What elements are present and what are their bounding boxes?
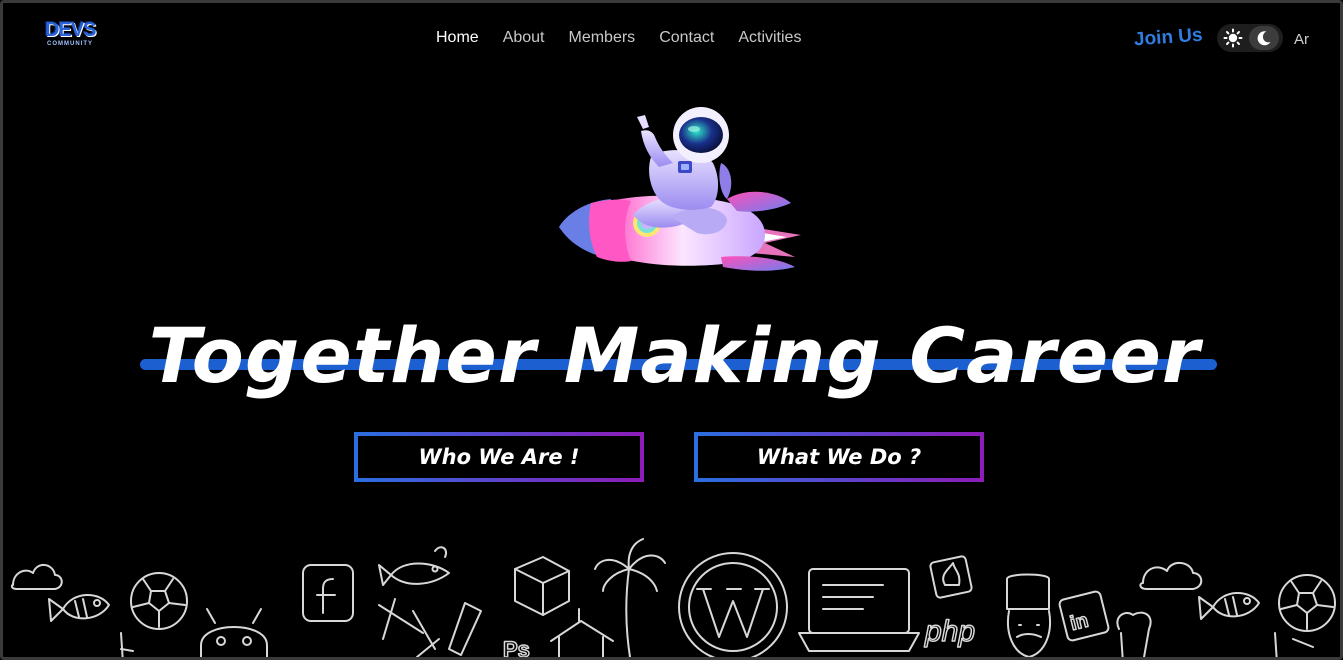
soccer-ball-icon: [1278, 574, 1336, 632]
php-icon: php: [923, 614, 976, 649]
language-switch[interactable]: Ar: [1294, 31, 1309, 48]
moon-icon: [1257, 31, 1271, 46]
who-we-are-label: Who We Are !: [358, 436, 640, 478]
nav-activities[interactable]: Activities: [738, 28, 801, 48]
what-we-do-label: What We Do ?: [698, 436, 980, 478]
who-we-are-button[interactable]: Who We Are !: [354, 432, 644, 482]
nav-members[interactable]: Members: [569, 28, 636, 48]
doodle-strip: Ps php in: [3, 529, 1340, 660]
laravel-icon: [514, 556, 570, 616]
codeigniter-icon: [929, 555, 973, 599]
page-frame: DEVS COMMUNITY Home About Members Contac…: [0, 0, 1343, 660]
hero-title: Together Making Career: [148, 311, 1201, 400]
wordpress-icon: [678, 552, 788, 657]
cloud-icon: [10, 564, 63, 590]
toggle-knob[interactable]: [1249, 26, 1279, 50]
logo[interactable]: DEVS COMMUNITY: [45, 19, 107, 55]
what-we-do-button[interactable]: What We Do ?: [694, 432, 984, 482]
nav-about[interactable]: About: [503, 28, 545, 48]
laptop-icon: [798, 568, 920, 652]
svg-text:php: php: [924, 615, 975, 648]
soccer-ball-icon: [130, 572, 188, 630]
fish-icon: [48, 594, 110, 622]
nav-home[interactable]: Home: [436, 28, 479, 48]
linkedin-icon: in: [1058, 590, 1110, 642]
svg-text:in: in: [1068, 610, 1091, 636]
facebook-icon: [302, 564, 354, 622]
cloud-icon: [1139, 562, 1203, 590]
theme-toggle[interactable]: [1217, 24, 1283, 52]
android-icon: [200, 608, 268, 657]
chef-icon: [1006, 573, 1051, 657]
logo-subtext: COMMUNITY: [47, 41, 93, 47]
join-us-link[interactable]: Join Us: [1133, 25, 1203, 52]
svg-text:Ps: Ps: [503, 637, 530, 660]
fish-icon: [378, 546, 450, 586]
sun-icon: [1223, 28, 1243, 48]
logo-text: DEVS: [45, 19, 96, 41]
astronaut-rocket-illustration: [559, 107, 801, 271]
main-nav: Home About Members Contact Activities: [436, 28, 825, 48]
palm-tree-icon: [594, 538, 666, 657]
fish-icon: [1198, 592, 1260, 620]
nav-contact[interactable]: Contact: [659, 28, 714, 48]
